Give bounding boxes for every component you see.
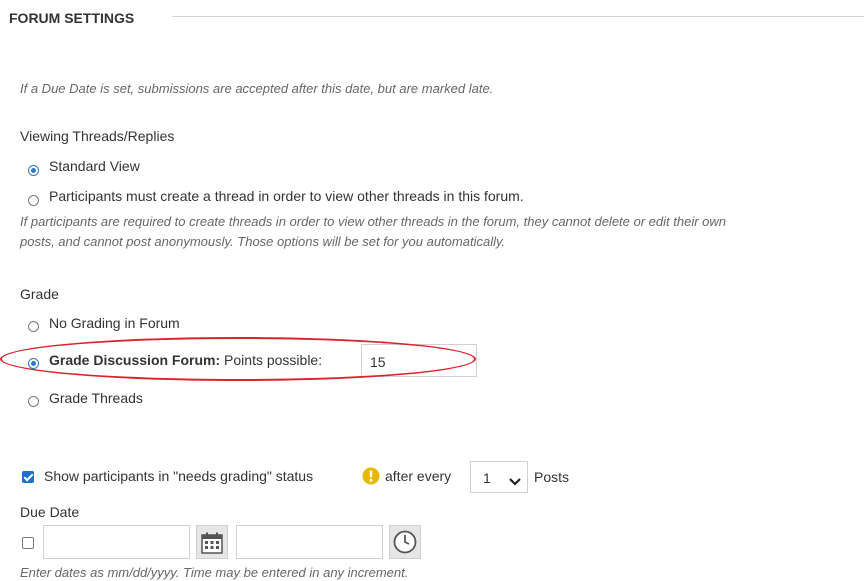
posts-count-value: 1 <box>483 470 491 486</box>
due-date-note: If a Due Date is set, submissions are ac… <box>20 81 494 96</box>
posts-label: Posts <box>534 469 570 485</box>
standard-view-radio[interactable] <box>28 165 39 176</box>
no-grading-radio[interactable] <box>28 321 39 332</box>
clock-button[interactable] <box>389 525 421 559</box>
clock-icon <box>393 530 417 557</box>
standard-view-label: Standard View <box>49 158 140 174</box>
due-time-input[interactable] <box>236 525 383 559</box>
due-date-help: Enter dates as mm/dd/yyyy. Time may be e… <box>20 565 409 580</box>
no-grading-label: No Grading in Forum <box>49 315 180 331</box>
due-date-heading: Due Date <box>20 504 80 520</box>
posts-count-select[interactable]: 1 <box>470 461 528 493</box>
warning-icon <box>362 467 380 485</box>
participants-must-create-label: Participants must create a thread in ord… <box>49 188 524 204</box>
needs-grading-label: Show participants in "needs grading" sta… <box>44 468 314 484</box>
grade-threads-label: Grade Threads <box>49 390 143 406</box>
participants-must-create-radio[interactable] <box>28 195 39 206</box>
highlight-ellipse <box>0 337 476 381</box>
grade-threads-radio[interactable] <box>28 396 39 407</box>
after-every-label: after every <box>385 468 452 484</box>
needs-grading-checkbox[interactable] <box>22 471 34 483</box>
calendar-icon <box>201 532 223 557</box>
section-title: FORUM SETTINGS <box>9 10 135 26</box>
due-date-input[interactable] <box>43 525 190 559</box>
chevron-down-icon <box>509 473 521 486</box>
due-date-checkbox[interactable] <box>22 537 34 549</box>
section-divider <box>172 16 864 17</box>
grade-heading: Grade <box>20 286 59 302</box>
viewing-help-line1: If participants are required to create t… <box>20 214 726 229</box>
viewing-help-line2: posts, and cannot post anonymously. Thos… <box>20 234 506 249</box>
viewing-heading: Viewing Threads/Replies <box>20 128 175 144</box>
calendar-button[interactable] <box>196 525 228 559</box>
